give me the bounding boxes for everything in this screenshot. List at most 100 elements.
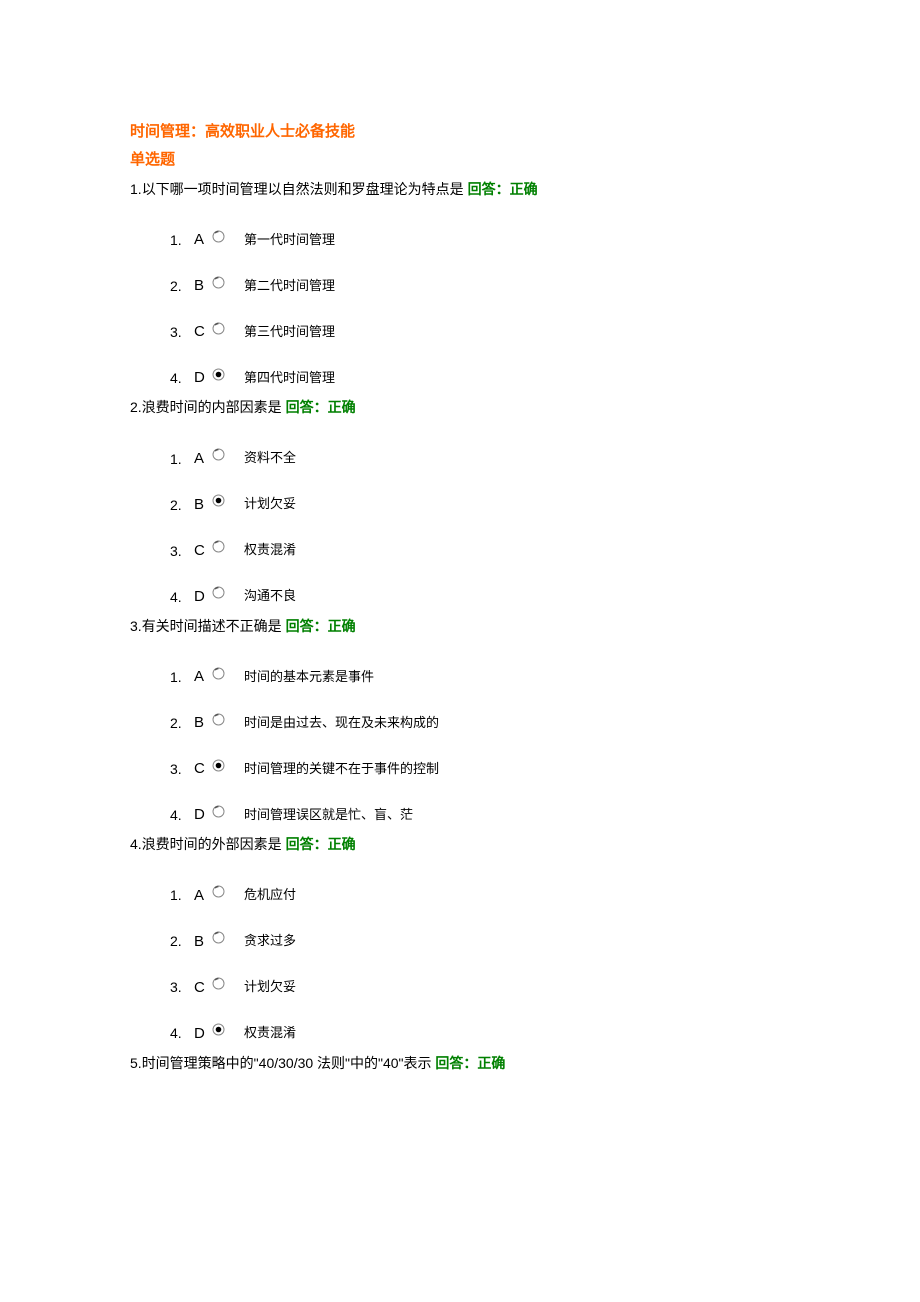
option-item: 3.C 时间管理的关键不在于事件的控制 bbox=[170, 757, 790, 781]
option-item: 1.A 第一代时间管理 bbox=[170, 228, 790, 252]
option-letter: C bbox=[194, 320, 212, 344]
option-item: 3.C 第三代时间管理 bbox=[170, 320, 790, 344]
answer-status: 回答：正确 bbox=[286, 836, 356, 852]
option-text: 时间管理的关键不在于事件的控制 bbox=[244, 759, 439, 780]
question-row: 4.浪费时间的外部因素是 回答：正确 bbox=[130, 833, 790, 855]
question-text: 浪费时间的内部因素是 bbox=[142, 399, 282, 415]
questions-container: 1.以下哪一项时间管理以自然法则和罗盘理论为特点是 回答：正确1.A第一代时间管… bbox=[130, 178, 790, 1074]
options-list: 1.A 资料不全 2.B 计划欠妥 3.C 权责混淆 4.D沟通不良 bbox=[170, 447, 790, 609]
question-text: 以下哪一项时间管理以自然法则和罗盘理论为特点是 bbox=[142, 181, 464, 197]
radio-button[interactable] bbox=[212, 931, 242, 944]
option-number: 4. bbox=[170, 367, 194, 389]
option-number: 1. bbox=[170, 229, 194, 251]
option-text: 危机应付 bbox=[244, 885, 296, 906]
option-letter: C bbox=[194, 539, 212, 563]
radio-button[interactable] bbox=[212, 759, 242, 772]
option-number: 4. bbox=[170, 586, 194, 608]
option-text: 第一代时间管理 bbox=[244, 230, 335, 251]
answer-status: 回答：正确 bbox=[286, 399, 356, 415]
radio-button[interactable] bbox=[212, 667, 242, 680]
page-title: 时间管理：高效职业人士必备技能 bbox=[130, 120, 790, 144]
radio-button[interactable] bbox=[212, 230, 242, 243]
option-item: 2.B 计划欠妥 bbox=[170, 493, 790, 517]
answer-status: 回答：正确 bbox=[286, 618, 356, 634]
option-number: 1. bbox=[170, 448, 194, 470]
option-number: 2. bbox=[170, 275, 194, 297]
radio-button[interactable] bbox=[212, 713, 242, 726]
answer-status: 回答：正确 bbox=[468, 181, 538, 197]
option-text: 第二代时间管理 bbox=[244, 276, 335, 297]
question-row: 2.浪费时间的内部因素是 回答：正确 bbox=[130, 396, 790, 418]
option-item: 2.B 第二代时间管理 bbox=[170, 274, 790, 298]
option-item: 1.A 危机应付 bbox=[170, 884, 790, 908]
question-number: 3. bbox=[130, 618, 142, 634]
option-text: 资料不全 bbox=[244, 448, 296, 469]
option-text: 第三代时间管理 bbox=[244, 322, 335, 343]
option-number: 3. bbox=[170, 758, 194, 780]
radio-button[interactable] bbox=[212, 494, 242, 507]
radio-button[interactable] bbox=[212, 540, 242, 553]
option-item: 1.A 时间的基本元素是事件 bbox=[170, 665, 790, 689]
option-letter: C bbox=[194, 976, 212, 1000]
option-item: 1.A 资料不全 bbox=[170, 447, 790, 471]
option-item: 3.C 计划欠妥 bbox=[170, 976, 790, 1000]
radio-button[interactable] bbox=[212, 977, 242, 990]
option-letter: D bbox=[194, 803, 212, 827]
question-row: 1.以下哪一项时间管理以自然法则和罗盘理论为特点是 回答：正确 bbox=[130, 178, 790, 200]
option-letter: D bbox=[194, 1022, 212, 1046]
option-letter: B bbox=[194, 493, 212, 517]
option-number: 3. bbox=[170, 976, 194, 998]
radio-button[interactable] bbox=[212, 586, 242, 599]
option-number: 4. bbox=[170, 804, 194, 826]
radio-button[interactable] bbox=[212, 448, 242, 461]
radio-button[interactable] bbox=[212, 322, 242, 335]
radio-button[interactable] bbox=[212, 1023, 242, 1036]
option-text: 计划欠妥 bbox=[244, 494, 296, 515]
option-item: 4.D沟通不良 bbox=[170, 585, 790, 609]
option-number: 2. bbox=[170, 712, 194, 734]
option-letter: A bbox=[194, 447, 212, 471]
option-number: 3. bbox=[170, 540, 194, 562]
option-letter: C bbox=[194, 757, 212, 781]
option-number: 1. bbox=[170, 884, 194, 906]
option-text: 贪求过多 bbox=[244, 931, 296, 952]
options-list: 1.A危机应付2.B贪求过多3.C计划欠妥4.D权责混淆 bbox=[170, 884, 790, 1046]
option-letter: B bbox=[194, 711, 212, 735]
options-list: 1.A 第一代时间管理 2.B 第二代时间管理 3.C 第三代时间管理 4.D第四代时间管理 bbox=[170, 228, 790, 390]
question-text: 时间管理策略中的"40/30/30 法则"中的"40"表示 bbox=[142, 1055, 432, 1071]
radio-button[interactable] bbox=[212, 276, 242, 289]
option-text: 时间的基本元素是事件 bbox=[244, 667, 374, 688]
question-row: 3.有关时间描述不正确是 回答：正确 bbox=[130, 615, 790, 637]
option-item: 4.D第四代时间管理 bbox=[170, 366, 790, 390]
option-text: 权责混淆 bbox=[244, 1023, 296, 1044]
question-text: 浪费时间的外部因素是 bbox=[142, 836, 282, 852]
question-number: 5. bbox=[130, 1055, 142, 1071]
question-number: 2. bbox=[130, 399, 142, 415]
option-number: 4. bbox=[170, 1022, 194, 1044]
radio-button[interactable] bbox=[212, 805, 242, 818]
radio-button[interactable] bbox=[212, 368, 242, 381]
option-text: 权责混淆 bbox=[244, 540, 296, 561]
radio-button[interactable] bbox=[212, 885, 242, 898]
answer-status: 回答：正确 bbox=[435, 1055, 505, 1071]
option-number: 2. bbox=[170, 930, 194, 952]
option-letter: A bbox=[194, 228, 212, 252]
question-text: 有关时间描述不正确是 bbox=[142, 618, 282, 634]
option-item: 2.B时间是由过去、现在及未来构成的 bbox=[170, 711, 790, 735]
option-item: 3.C 权责混淆 bbox=[170, 539, 790, 563]
option-item: 4.D 权责混淆 bbox=[170, 1022, 790, 1046]
option-letter: A bbox=[194, 884, 212, 908]
option-letter: B bbox=[194, 274, 212, 298]
option-letter: D bbox=[194, 585, 212, 609]
question-number: 1. bbox=[130, 181, 142, 197]
option-number: 2. bbox=[170, 494, 194, 516]
option-number: 1. bbox=[170, 666, 194, 688]
option-number: 3. bbox=[170, 321, 194, 343]
option-text: 计划欠妥 bbox=[244, 977, 296, 998]
option-letter: A bbox=[194, 665, 212, 689]
option-text: 时间管理误区就是忙、盲、茫 bbox=[244, 805, 413, 826]
section-subtitle: 单选题 bbox=[130, 148, 790, 172]
question-number: 4. bbox=[130, 836, 142, 852]
question-row: 5.时间管理策略中的"40/30/30 法则"中的"40"表示 回答：正确 bbox=[130, 1052, 790, 1074]
option-letter: D bbox=[194, 366, 212, 390]
